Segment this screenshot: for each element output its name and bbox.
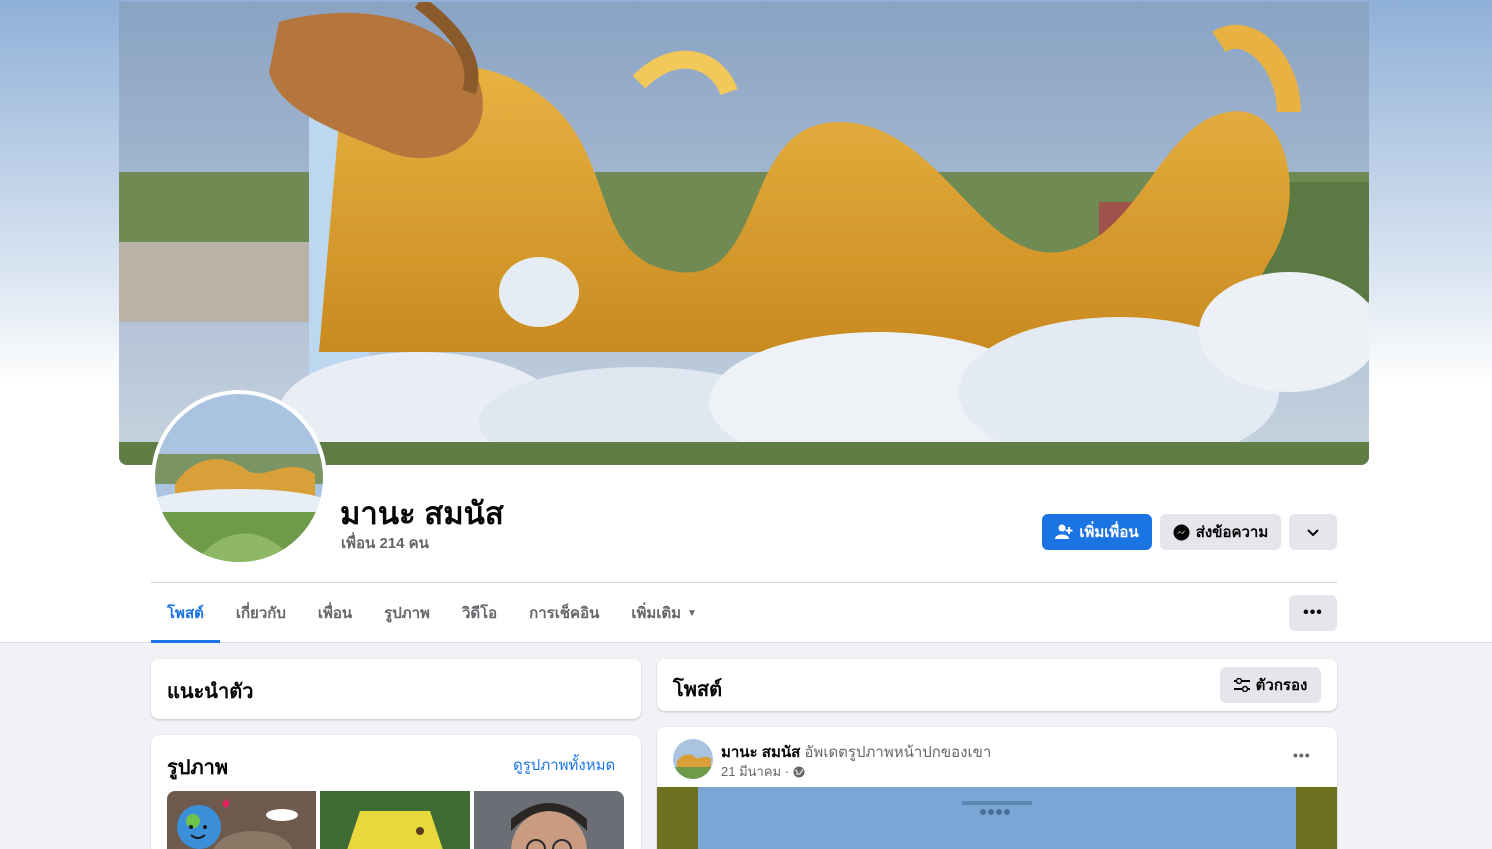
tab-photos[interactable]: รูปภาพ: [368, 583, 446, 643]
post-author-name[interactable]: มานะ สมนัส: [721, 744, 800, 761]
tab-label: โพสต์: [167, 605, 204, 622]
photos-card: รูปภาพ ดูรูปภาพทั้งหมด: [151, 735, 641, 849]
photo-thumbnail[interactable]: [167, 791, 316, 849]
posts-header-card: โพสต์ ตัวกรอง: [657, 659, 1337, 711]
posts-title: โพสต์: [673, 679, 723, 701]
tab-label: เพื่อน: [317, 605, 353, 622]
photo-thumbnail[interactable]: [474, 791, 624, 849]
post-card: มานะ สมนัส อัพเดตรูปภาพหน้าปกของเขา 21 ม…: [657, 727, 1337, 849]
ellipsis-icon: •••: [1303, 604, 1323, 621]
globe-icon: [793, 766, 805, 778]
post-options-button[interactable]: •••: [1293, 743, 1311, 766]
post-action-text: อัพเดตรูปภาพหน้าปกของเขา: [804, 744, 992, 761]
photos-title: รูปภาพ: [167, 757, 229, 779]
see-all-photos-link[interactable]: ดูรูปภาพทั้งหมด: [513, 753, 615, 777]
caret-down-icon: ▼: [687, 607, 697, 619]
tab-more-options-button[interactable]: •••: [1289, 595, 1337, 631]
tab-videos[interactable]: วิดีโอ: [446, 583, 513, 643]
tab-label: การเช็คอิน: [529, 605, 600, 622]
add-friend-label: เพิ่มเพื่อน: [1079, 524, 1139, 541]
more-options-button[interactable]: [1289, 514, 1337, 550]
add-person-icon: [1055, 524, 1073, 540]
tab-about[interactable]: เกี่ยวกับ: [220, 583, 302, 643]
tab-more[interactable]: เพิ่มเติม ▼: [615, 583, 713, 643]
add-friend-button[interactable]: เพิ่มเพื่อน: [1042, 514, 1152, 550]
cover-photo[interactable]: [119, 2, 1369, 465]
post-meta: 21 มีนาคม ·: [721, 761, 805, 782]
friend-count[interactable]: เพื่อน 214 คน: [341, 531, 429, 555]
intro-title: แนะนำตัว: [167, 681, 254, 703]
profile-avatar[interactable]: [151, 390, 327, 566]
ellipsis-icon: •••: [1293, 747, 1311, 763]
tab-label: เพิ่มเติม: [631, 605, 682, 622]
tab-checkins[interactable]: การเช็คอิน: [513, 583, 615, 643]
post-date[interactable]: 21 มีนาคม ·: [721, 761, 789, 782]
tab-friends[interactable]: เพื่อน: [302, 583, 368, 643]
filter-sliders-icon: [1233, 678, 1250, 692]
tab-label: รูปภาพ: [384, 605, 430, 622]
message-label: ส่งข้อความ: [1195, 524, 1269, 541]
chevron-down-icon: [1307, 524, 1319, 541]
post-author-avatar[interactable]: [673, 739, 713, 779]
filter-label: ตัวกรอง: [1255, 677, 1308, 694]
message-button[interactable]: ส่งข้อความ: [1160, 514, 1281, 550]
tab-label: เกี่ยวกับ: [235, 605, 286, 622]
post-image[interactable]: [657, 787, 1337, 849]
messenger-icon: [1173, 524, 1190, 541]
tab-label: วิดีโอ: [461, 605, 498, 622]
tab-posts[interactable]: โพสต์: [151, 583, 220, 643]
filter-button[interactable]: ตัวกรอง: [1220, 667, 1321, 703]
intro-card: แนะนำตัว: [151, 659, 641, 719]
profile-tabs: โพสต์ เกี่ยวกับ เพื่อน รูปภาพ วิดีโอ การ…: [151, 583, 713, 643]
photo-thumbnail[interactable]: [320, 791, 470, 849]
